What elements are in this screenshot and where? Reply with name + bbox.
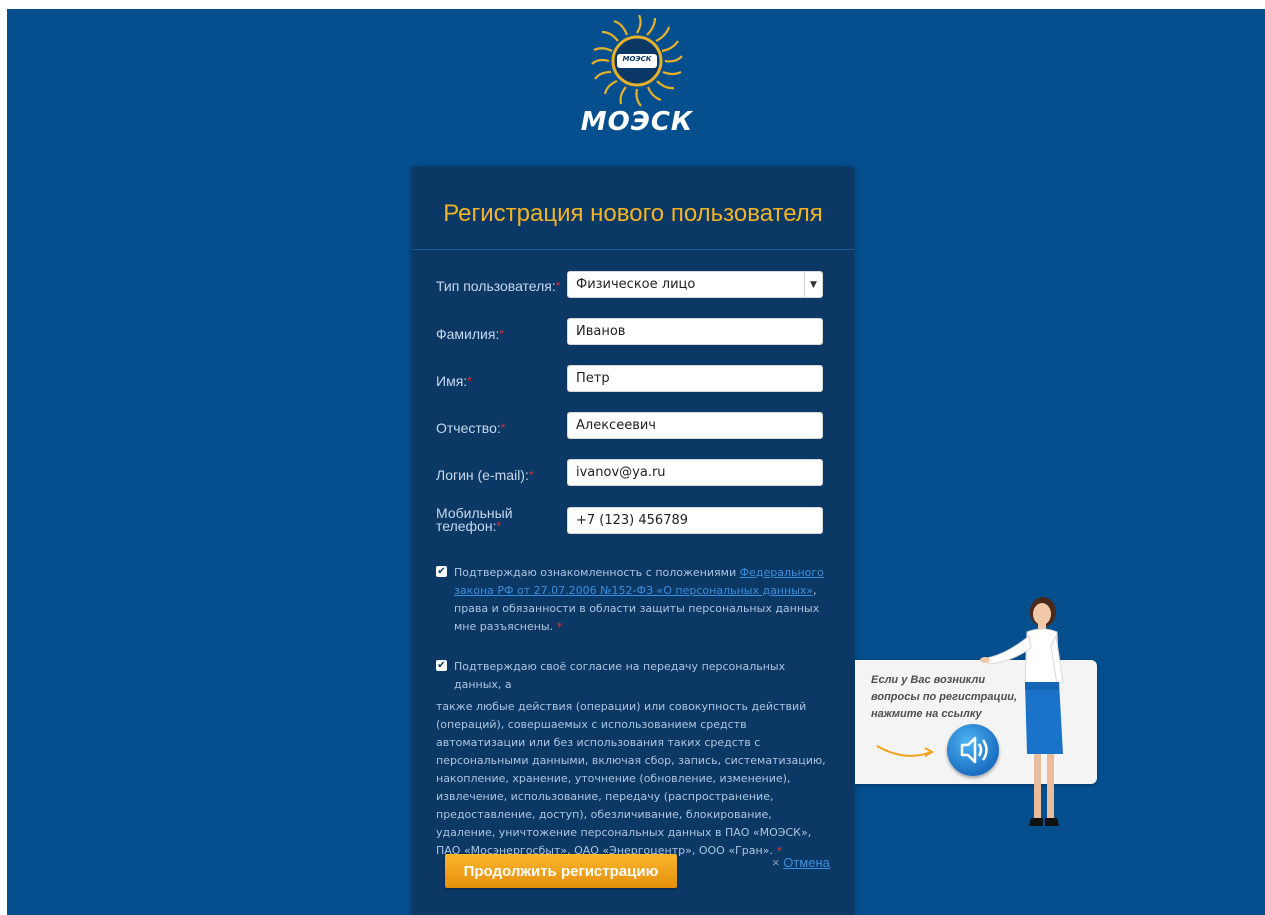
user-type-row: Тип пользователя:* Физическое лицо ▼: [412, 271, 854, 301]
panel-header: Регистрация нового пользователя: [412, 167, 854, 250]
registration-panel: Регистрация нового пользователя Тип поль…: [412, 167, 854, 915]
consent-law-checkbox[interactable]: ✔: [436, 566, 447, 577]
consent-data-transfer: ✔ Подтверждаю своё согласие на передачу …: [436, 658, 828, 860]
logo-wordmark: МОЭСК: [580, 107, 694, 137]
arrow-right-icon: [876, 745, 935, 757]
continue-registration-button[interactable]: Продолжить регистрацию: [445, 854, 677, 888]
page-title: Регистрация нового пользователя: [443, 200, 823, 227]
user-type-select[interactable]: Физическое лицо ▼: [567, 271, 823, 298]
last-name-label: Фамилия:*: [436, 326, 505, 342]
phone-row: Мобильный телефон:* +7 (123) 456789: [412, 505, 854, 537]
user-type-value: Физическое лицо: [576, 277, 696, 292]
login-label: Логин (e-mail):*: [436, 467, 534, 483]
emblem-text: МОЭСК: [622, 55, 652, 63]
close-icon: ×: [772, 855, 780, 870]
first-name-input[interactable]: Петр: [567, 365, 823, 392]
consent-personal-data-law: ✔ Подтверждаю ознакомленность с положени…: [436, 564, 828, 636]
login-row: Логин (e-mail):* ivanov@ya.ru: [412, 459, 854, 489]
patronymic-input[interactable]: Алексеевич: [567, 412, 823, 439]
patronymic-row: Отчество:* Алексеевич: [412, 412, 854, 442]
first-name-row: Имя:* Петр: [412, 365, 854, 395]
consent-transfer-checkbox[interactable]: ✔: [436, 660, 447, 671]
page-background: МОЭСК МОЭСК Регистрация нового пользоват…: [7, 9, 1265, 915]
assistant-illustration: [980, 597, 1064, 826]
chevron-down-icon[interactable]: ▼: [804, 272, 822, 297]
last-name-input[interactable]: Иванов: [567, 318, 823, 345]
consent-transfer-text: Подтверждаю своё согласие на передачу пе…: [436, 660, 826, 858]
patronymic-label: Отчество:*: [436, 420, 506, 436]
moesk-logo: МОЭСК МОЭСК: [577, 14, 697, 141]
consent-law-text: Подтверждаю ознакомленность с положениям…: [454, 566, 824, 634]
last-name-row: Фамилия:* Иванов: [412, 318, 854, 348]
cancel-link-group: × Отмена: [772, 855, 830, 870]
first-name-label: Имя:*: [436, 373, 472, 389]
phone-label: Мобильный телефон:*: [436, 505, 513, 534]
login-input[interactable]: ivanov@ya.ru: [567, 459, 823, 486]
phone-input[interactable]: +7 (123) 456789: [567, 507, 823, 534]
cancel-link[interactable]: Отмена: [783, 855, 830, 870]
user-type-label: Тип пользователя:*: [436, 278, 561, 294]
